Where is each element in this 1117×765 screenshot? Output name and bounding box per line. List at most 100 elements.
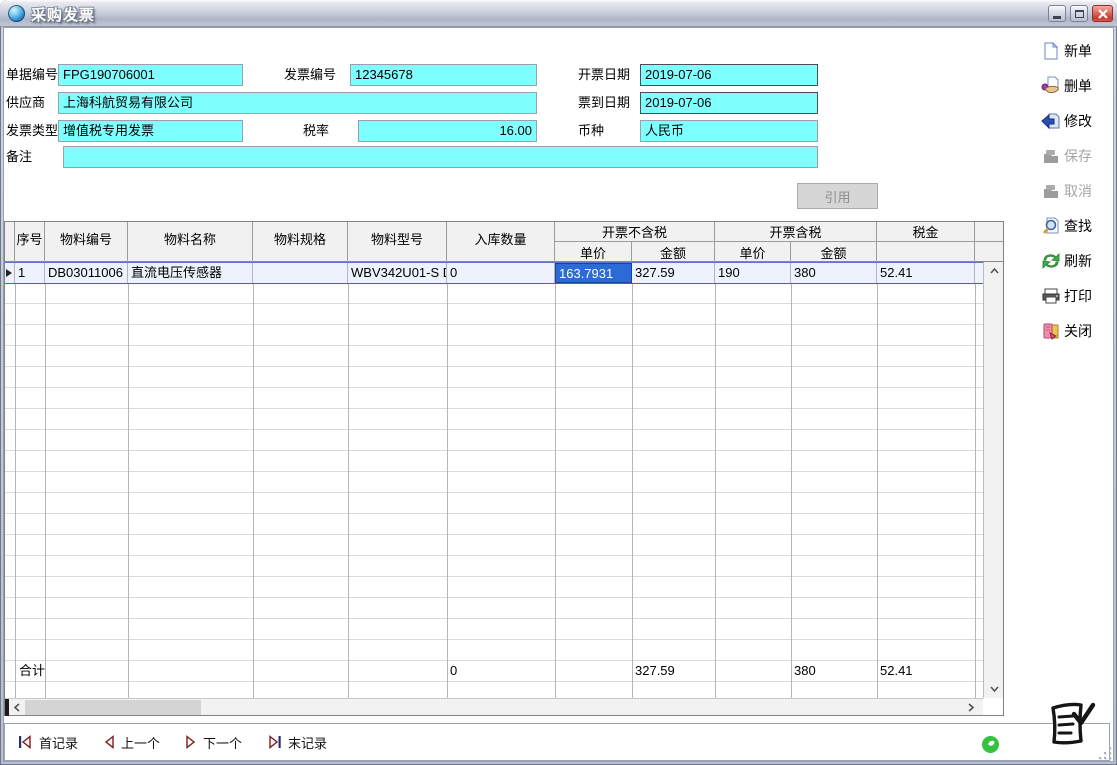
doc-no-field[interactable]: FPG190706001 — [58, 64, 243, 86]
print-icon — [1041, 286, 1061, 306]
next-record-icon — [185, 735, 197, 749]
edit-doc-button[interactable]: 修改 — [1041, 109, 1117, 133]
tax-rate-field[interactable]: 16.00 — [358, 120, 537, 142]
scroll-down-button[interactable] — [984, 680, 1004, 698]
close-window-button[interactable]: 关闭 — [1041, 319, 1117, 343]
grid-header: 序号 物料编号 物料名称 物料规格 物料型号 入库数量 开票不含税 开票含税 税… — [5, 222, 1003, 262]
window-title: 采购发票 — [31, 4, 95, 25]
prev-record-button[interactable]: 上一个 — [103, 731, 160, 753]
new-doc-button[interactable]: 新单 — [1041, 39, 1117, 63]
horizontal-scroll-thumb[interactable] — [25, 700, 201, 715]
scroll-right-button[interactable] — [963, 699, 979, 716]
record-nav-panel — [4, 723, 1110, 761]
cancel-icon — [1041, 181, 1061, 201]
invoice-no-field[interactable]: 12345678 — [350, 64, 537, 86]
header-tax: 税金 — [877, 222, 975, 242]
purchase-invoice-window: 采购发票 单据编号 FPG190706001 发票编号 12345678 开票日… — [0, 0, 1117, 765]
cell-name[interactable]: 直流电压传感器 — [128, 263, 253, 283]
scroll-left-button[interactable] — [9, 699, 25, 716]
grid-vertical-scrollbar[interactable] — [983, 262, 1003, 698]
header-unit-price-excl: 单价 — [555, 242, 632, 262]
cell-filler — [975, 263, 983, 283]
header-qty: 入库数量 — [447, 222, 555, 262]
prev-record-icon — [103, 735, 115, 749]
grid-body[interactable] — [5, 262, 983, 698]
supplier-label: 供应商 — [6, 92, 45, 114]
invoice-date-label: 开票日期 — [578, 64, 630, 86]
chevron-up-icon — [990, 268, 999, 274]
total-amount-excl: 327.59 — [632, 661, 715, 682]
minimize-button[interactable] — [1048, 5, 1066, 22]
remark-label: 备注 — [6, 146, 32, 168]
scroll-up-button[interactable] — [984, 262, 1004, 280]
find-button[interactable]: 查找 — [1041, 214, 1117, 238]
maximize-button[interactable] — [1070, 5, 1088, 22]
total-tax: 52.41 — [877, 661, 975, 682]
header-spec: 物料规格 — [253, 222, 348, 262]
cell-seq[interactable]: 1 — [15, 263, 45, 283]
new-doc-icon — [1041, 41, 1061, 61]
cell-model[interactable]: WBV342U01-S D( — [348, 263, 447, 283]
arrival-date-field[interactable]: 2019-07-06 — [640, 92, 818, 114]
cell-unit-price-excl-selected[interactable]: 163.7931 — [555, 263, 632, 283]
invoice-date-field[interactable]: 2019-07-06 — [640, 64, 818, 86]
minimize-icon — [1053, 16, 1061, 19]
invoice-no-label: 发票编号 — [284, 64, 336, 86]
cell-code[interactable]: DB03011006 — [45, 263, 128, 283]
resize-grip[interactable] — [1099, 747, 1113, 760]
chevron-down-icon — [990, 686, 999, 692]
remark-field[interactable] — [63, 146, 818, 168]
status-dot[interactable] — [981, 735, 1000, 759]
quote-button[interactable]: 引用 — [797, 183, 878, 209]
close-button[interactable] — [1092, 5, 1113, 22]
cell-qty[interactable]: 0 — [447, 263, 555, 283]
cancel-button[interactable]: 取消 — [1041, 179, 1117, 203]
arrival-date-label: 票到日期 — [578, 92, 630, 114]
close-book-icon — [1041, 321, 1061, 341]
header-code: 物料编号 — [45, 222, 128, 262]
grid-horizontal-scrollbar[interactable] — [5, 698, 983, 715]
row-selector-cell[interactable] — [5, 263, 15, 283]
cell-amount-incl[interactable]: 380 — [791, 263, 877, 283]
refresh-icon — [1041, 251, 1061, 271]
header-amount-excl: 金额 — [632, 242, 715, 262]
delete-doc-icon — [1041, 76, 1061, 96]
supplier-field[interactable]: 上海科航贸易有限公司 — [58, 92, 537, 114]
cell-spec[interactable] — [253, 263, 348, 283]
header-unit-price-incl: 单价 — [715, 242, 791, 262]
first-record-icon — [18, 735, 33, 749]
last-record-button[interactable]: 末记录 — [267, 731, 327, 753]
header-row-selector — [5, 222, 15, 262]
print-button[interactable]: 打印 — [1041, 284, 1117, 308]
next-record-button[interactable]: 下一个 — [185, 731, 242, 753]
chevron-right-icon — [968, 703, 974, 712]
doc-no-label: 单据编号 — [6, 64, 58, 86]
delete-doc-button[interactable]: 删单 — [1041, 74, 1117, 98]
total-amount-incl: 380 — [791, 661, 877, 682]
header-filler-sub — [975, 242, 1003, 262]
title-bar[interactable]: 采购发票 — [0, 0, 1117, 27]
first-record-button[interactable]: 首记录 — [18, 731, 78, 753]
refresh-button[interactable]: 刷新 — [1041, 249, 1117, 273]
save-icon — [1041, 146, 1061, 166]
header-name: 物料名称 — [128, 222, 253, 262]
currency-field[interactable]: 人民币 — [640, 120, 818, 142]
grid-row-1[interactable]: 1 DB03011006 直流电压传感器 WBV342U01-S D( 0 16… — [5, 262, 983, 284]
total-qty: 0 — [447, 661, 555, 682]
green-circle-icon — [981, 735, 1000, 754]
cell-tax[interactable]: 52.41 — [877, 263, 975, 283]
invoice-type-label: 发票类型 — [6, 120, 58, 142]
invoice-type-field[interactable]: 增值税专用发票 — [58, 120, 243, 142]
tax-rate-label: 税率 — [303, 120, 329, 142]
save-button[interactable]: 保存 — [1041, 144, 1117, 168]
currency-label: 币种 — [578, 120, 604, 142]
current-row-arrow-icon — [6, 269, 12, 277]
close-x-icon — [1098, 9, 1108, 19]
header-amount-incl: 金额 — [791, 242, 877, 262]
header-group-incl-tax: 开票含税 — [715, 222, 877, 242]
cell-unit-price-incl[interactable]: 190 — [715, 263, 791, 283]
edit-doc-icon — [1041, 111, 1061, 131]
maximize-icon — [1075, 10, 1084, 18]
app-globe-icon — [8, 5, 25, 22]
cell-amount-excl[interactable]: 327.59 — [632, 263, 715, 283]
